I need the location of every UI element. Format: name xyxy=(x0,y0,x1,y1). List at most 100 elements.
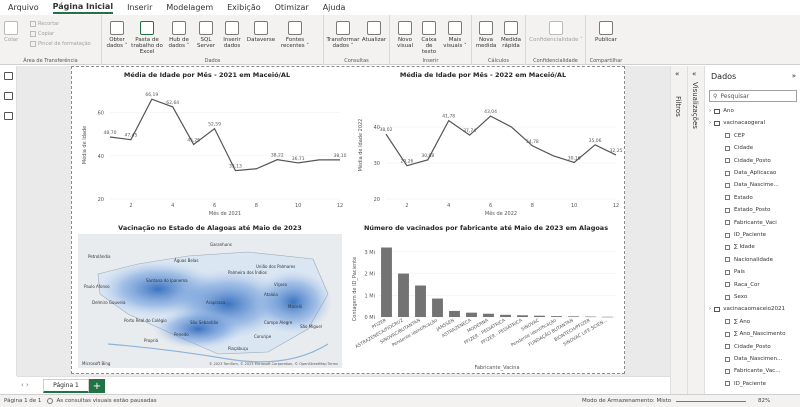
checkbox-icon[interactable] xyxy=(725,244,730,250)
checkbox-icon[interactable] xyxy=(725,232,730,238)
tab-page-1[interactable]: Página 1 xyxy=(43,379,89,393)
recent-sources-button[interactable]: Fontes recentes ˅ xyxy=(278,21,312,49)
field-item[interactable]: Data_Nascimen... xyxy=(725,356,782,362)
chevron-icon[interactable]: › xyxy=(709,120,711,126)
search-icon: ⚲ xyxy=(713,92,718,100)
checkbox-icon[interactable] xyxy=(725,319,730,325)
checkbox-icon[interactable] xyxy=(725,269,730,275)
visualizations-pane-collapsed[interactable]: « Visualizações xyxy=(687,66,704,394)
quick-measure-button[interactable]: Medida rápida xyxy=(498,21,524,49)
report-page[interactable]: Média de Idade por Mês - 2021 em Maceió/… xyxy=(71,66,625,374)
checkbox-icon[interactable] xyxy=(725,294,730,300)
checkbox-icon[interactable] xyxy=(725,207,730,213)
sensitivity-button[interactable]: Confidencialidade ˅ xyxy=(528,21,584,43)
get-data-button[interactable]: Obter dados ˅ xyxy=(106,21,128,49)
transform-data-button[interactable]: Transformar dados ˅ xyxy=(326,21,360,49)
field-label: vacinacaomaceio2021 xyxy=(723,306,786,313)
text-box-button[interactable]: Caixa de texto xyxy=(418,21,440,55)
table-view-icon[interactable] xyxy=(4,92,13,100)
table-node[interactable]: › vacinacaogeral xyxy=(709,120,765,126)
field-item[interactable]: Sexo xyxy=(725,294,747,300)
checkbox-icon[interactable] xyxy=(725,368,730,374)
line-chart-2022[interactable]: 2030402 4 6 8 10 1238,0229,2630,8841,7837,744… xyxy=(348,81,623,221)
publish-button[interactable]: Publicar xyxy=(590,21,622,43)
field-item[interactable]: Data_Aplicacao xyxy=(725,170,776,176)
collapse-arrow-icon[interactable]: « xyxy=(692,70,696,78)
enter-data-button[interactable]: Inserir dados xyxy=(220,21,244,49)
checkbox-icon[interactable] xyxy=(725,195,730,201)
paste-button[interactable]: Colar xyxy=(4,21,18,43)
data-hub-button[interactable]: Hub de dados ˅ xyxy=(166,21,192,49)
field-item[interactable]: Cidade xyxy=(725,145,753,151)
quick-measure-icon xyxy=(504,21,518,35)
field-item[interactable]: Fabricante_Vaci xyxy=(725,220,777,226)
zoom-slider[interactable] xyxy=(676,401,746,402)
report-view-icon[interactable] xyxy=(4,72,13,80)
map-attribution[interactable]: © 2023 TomTom, © 2023 Microsoft Corporat… xyxy=(209,362,338,366)
table-node[interactable]: › vacinacaomaceio2021 xyxy=(709,306,785,312)
field-item[interactable]: Nacionalidade xyxy=(725,257,773,263)
checkbox-icon[interactable] xyxy=(725,133,730,139)
checkbox-icon[interactable] xyxy=(725,257,730,263)
format-painter-button[interactable]: Pincel de formatação xyxy=(30,41,91,47)
checkbox-icon[interactable] xyxy=(725,220,730,226)
field-item[interactable]: Raca_Cor xyxy=(725,282,760,288)
field-item[interactable]: ∑ Ano_Nascimento xyxy=(725,331,785,337)
new-measure-button[interactable]: Nova medida xyxy=(474,21,498,49)
cut-button[interactable]: Recortar xyxy=(30,21,59,27)
menu-item-2[interactable]: Inserir xyxy=(127,3,152,12)
menu-item-5[interactable]: Otimizar xyxy=(275,3,309,12)
field-item[interactable]: Fabricante_Vac... xyxy=(725,368,780,374)
collapse-arrow-icon[interactable]: « xyxy=(675,70,679,78)
menu-item-3[interactable]: Modelagem xyxy=(166,3,213,12)
checkbox-icon[interactable] xyxy=(725,145,730,151)
copy-button[interactable]: Copiar xyxy=(30,31,54,37)
new-visual-button[interactable]: Novo visual xyxy=(394,21,416,49)
menu-item-4[interactable]: Exibição xyxy=(227,3,261,12)
dataverse-button[interactable]: Dataverse xyxy=(246,21,276,43)
checkbox-icon[interactable] xyxy=(725,344,730,350)
field-item[interactable]: Pais xyxy=(725,269,745,275)
add-page-button[interactable]: + xyxy=(89,379,105,393)
table-node[interactable]: › Ano xyxy=(709,108,734,114)
checkbox-icon[interactable] xyxy=(725,356,730,362)
field-item[interactable]: CEP xyxy=(725,133,745,139)
checkbox-icon[interactable] xyxy=(725,182,730,188)
field-item[interactable]: Estado_Posto xyxy=(725,207,770,213)
menu-item-1[interactable]: Página Inicial xyxy=(52,2,114,14)
sql-icon xyxy=(199,21,213,35)
field-item[interactable]: Data_Nascime... xyxy=(725,182,779,188)
menu-item-6[interactable]: Ajuda xyxy=(323,3,346,12)
chevron-icon[interactable]: › xyxy=(709,306,711,312)
collapse-arrow-icon[interactable]: » xyxy=(792,72,796,80)
menu-item-0[interactable]: Arquivo xyxy=(8,3,39,12)
checkbox-icon[interactable] xyxy=(725,381,730,387)
model-view-icon[interactable] xyxy=(4,112,13,120)
tab-nav-arrows[interactable]: ‹ › xyxy=(21,381,29,389)
field-item[interactable]: ID_Paciente xyxy=(725,232,766,238)
field-item[interactable]: Cidade_Posto xyxy=(725,344,771,350)
vaccination-map[interactable]: Garanhuns Petrolândia Palmeira dos Índios Á… xyxy=(78,234,342,368)
line-chart-2021[interactable]: 20 40 60 2 4 6 8 10 12 48,70 47,45 66,19 62,64 45,26 5… xyxy=(72,81,347,221)
checkbox-icon[interactable] xyxy=(725,282,730,288)
excel-button[interactable]: Pasta de trabalho do Excel xyxy=(130,21,164,55)
field-item[interactable]: ID_Paciente xyxy=(725,381,766,387)
map-place-label: Atalaia xyxy=(264,292,278,297)
field-search-input[interactable]: ⚲ Pesquisar xyxy=(709,90,797,102)
field-item[interactable]: ∑ Idade xyxy=(725,244,755,250)
chevron-icon[interactable]: › xyxy=(709,108,711,114)
sql-server-button[interactable]: SQL Server xyxy=(194,21,218,49)
brush-icon xyxy=(30,41,36,47)
checkbox-icon[interactable] xyxy=(725,170,730,176)
bar-chart-vaccines[interactable]: 0 Mi1 Mi2 Mi3 MiPFIZERASTRAZENECA/FIOCRU… xyxy=(348,233,624,373)
checkbox-icon[interactable] xyxy=(725,158,730,164)
refresh-button[interactable]: Atualizar xyxy=(360,21,388,43)
field-item[interactable]: Cidade_Posto xyxy=(725,158,771,164)
filters-pane-collapsed[interactable]: « Filtros xyxy=(670,66,687,394)
checkbox-icon[interactable] xyxy=(725,331,730,337)
field-item[interactable]: ∑ Ano xyxy=(725,319,750,325)
field-item[interactable]: Estado xyxy=(725,195,753,201)
visuals-icon xyxy=(448,21,462,35)
more-visuals-button[interactable]: Mais visuais ˅ xyxy=(442,21,468,49)
visualizations-label: Visualizações xyxy=(691,82,699,129)
